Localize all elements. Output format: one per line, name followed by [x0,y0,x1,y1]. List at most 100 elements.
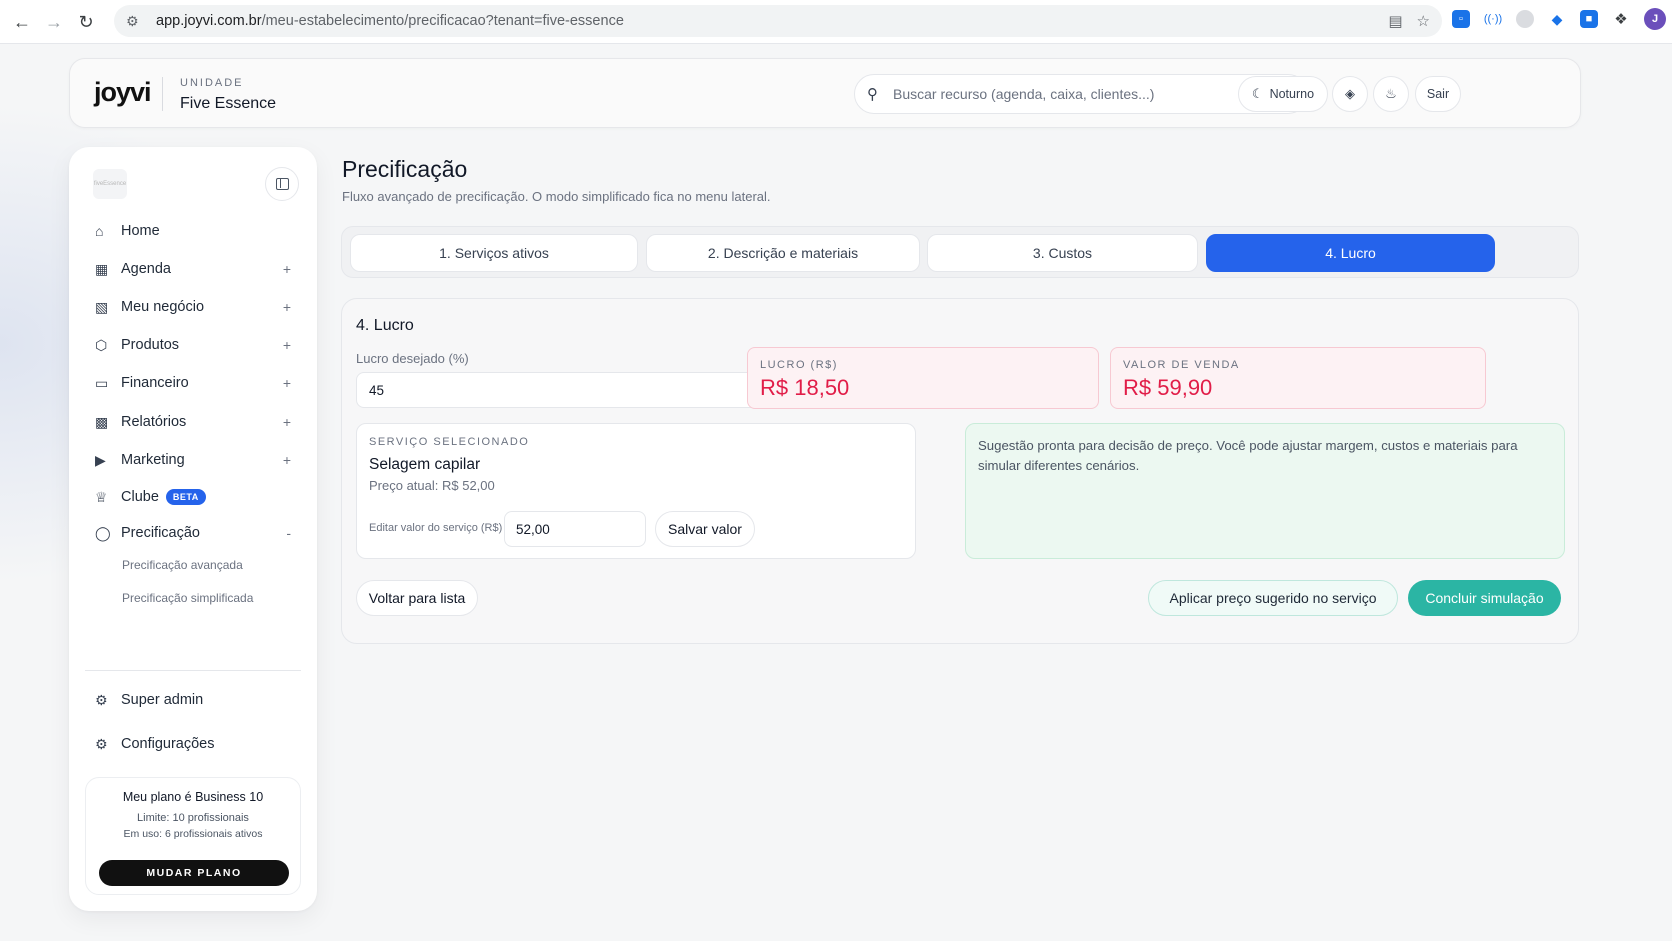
sidebar-item-label: Precificação [121,525,200,541]
lucro-rs-metric: LUCRO (R$) R$ 18,50 [747,347,1099,409]
url-text: app.joyvi.com.br/meu-estabelecimento/pre… [156,13,624,29]
sidebar-item-label: Super admin [121,692,204,708]
selected-service-label: SERVIÇO SELECIONADO [369,436,530,448]
sidebar-item-label: Agenda [121,261,171,277]
sidebar-item-label: Produtos [121,337,180,353]
sidebar-item-produtos[interactable]: ⬡ Produtos + [95,332,291,358]
back-icon[interactable]: ← [6,6,38,38]
collapse-icon[interactable]: - [286,525,291,541]
gear-icon: ⚙ [95,735,108,752]
megaphone-icon: ▶ [95,451,106,468]
bookmark-star-icon[interactable]: ☆ [1417,12,1430,30]
step-lucro[interactable]: 4. Lucro [1206,234,1495,272]
save-value-button[interactable]: Salvar valor [655,511,755,547]
sidebar-toggle-icon [275,178,289,190]
sidebar-subitem-precificacao-simplificada[interactable]: Precificação simplificada [122,591,253,605]
logout-button[interactable]: Sair [1415,76,1461,112]
joyvi-logo[interactable]: joyvi [94,77,152,108]
valor-venda-value: R$ 59,90 [1123,375,1213,400]
extension-robot-icon[interactable]: ■ [1580,10,1598,28]
establishment-logo: fiveEssence [93,169,127,199]
search-input[interactable] [893,86,1273,102]
unit-label: UNIDADE [180,77,244,89]
sidebar-item-configuracoes[interactable]: ⚙ Configurações [95,731,291,757]
step-custos[interactable]: 3. Custos [927,234,1198,272]
card-title: 4. Lucro [356,317,414,334]
change-plan-button[interactable]: MUDAR PLANO [99,860,289,886]
valor-venda-metric: VALOR DE VENDA R$ 59,90 [1110,347,1486,409]
expand-icon[interactable]: + [283,337,291,353]
box-icon: ⬡ [95,336,108,353]
sidebar-item-clube[interactable]: ♕ Clube BETA [95,484,291,510]
sidebar-divider [85,670,301,671]
valor-venda-label: VALOR DE VENDA [1123,359,1240,371]
lucro-rs-value: R$ 18,50 [760,375,850,400]
price-suggestion-note: Sugestão pronta para decisão de preço. V… [965,423,1565,559]
sidebar-item-marketing[interactable]: ▶ Marketing + [95,447,291,473]
sidebar-item-agenda[interactable]: ▦ Agenda + [95,256,291,282]
step-descricao-materiais[interactable]: 2. Descrição e materiais [646,234,920,272]
layers-button[interactable]: ◈ [1332,76,1368,112]
theme-toggle-button[interactable]: ☾ Noturno [1238,76,1328,112]
apply-suggested-price-button[interactable]: Aplicar preço sugerido no serviço [1148,580,1398,616]
pricing-stepper: 1. Serviços ativos 2. Descrição e materi… [341,226,1579,278]
expand-icon[interactable]: + [283,414,291,430]
reload-icon[interactable]: ↻ [70,6,102,38]
sidebar-item-super-admin[interactable]: ⚙ Super admin [95,687,291,713]
sidebar-item-relatorios[interactable]: ▩ Relatórios + [95,409,291,435]
lucro-desejado-input[interactable] [356,372,762,408]
extensions-puzzle-icon[interactable]: ❖ [1612,10,1630,28]
extension-translate-icon[interactable]: ▫ [1452,10,1470,28]
sidebar-item-precificacao[interactable]: ◯ Precificação - [95,520,291,546]
calendar-icon: ▦ [95,260,109,277]
expand-icon[interactable]: + [283,452,291,468]
header-divider [162,77,163,111]
bell-icon: ♨ [1385,86,1397,101]
forward-icon[interactable]: → [38,6,70,38]
lucro-card: 4. Lucro Lucro desejado (%) LUCRO (R$) R… [341,298,1579,644]
page-title: Precificação [342,156,468,182]
sidebar-subitem-precificacao-avancada[interactable]: Precificação avançada [122,558,243,572]
sidebar-item-label: Home [121,223,160,239]
unit-name[interactable]: Five Essence [180,95,276,113]
page-subtitle: Fluxo avançado de precificação. O modo s… [342,189,771,204]
sidebar-collapse-button[interactable] [265,167,299,201]
browser-toolbar: ← → ↻ ⚙ app.joyvi.com.br/meu-estabelecim… [0,0,1672,44]
app-header: joyvi UNIDADE Five Essence ⚲ ☾ Noturno ◈… [69,58,1581,128]
sidebar-item-label: Configurações [121,736,215,752]
notifications-button[interactable]: ♨ [1373,76,1409,112]
beta-badge: BETA [165,489,206,505]
card-icon: ▭ [95,374,109,391]
home-icon: ⌂ [95,223,104,239]
profile-avatar[interactable]: J [1644,8,1666,30]
sidebar-item-meu-negocio[interactable]: ▧ Meu negócio + [95,294,291,320]
extension-gray-icon[interactable] [1516,10,1534,28]
site-settings-icon[interactable]: ⚙ [126,13,150,30]
plan-limit: Limite: 10 profissionais [137,812,249,824]
extension-tag-icon[interactable]: ◆ [1548,10,1566,28]
plan-card: Meu plano é Business 10 Limite: 10 profi… [85,777,301,895]
expand-icon[interactable]: + [283,261,291,277]
extension-cast-icon[interactable]: ((·)) [1484,10,1502,28]
selected-service-card: SERVIÇO SELECIONADO Selagem capilar Preç… [356,423,916,559]
store-icon: ▧ [95,298,109,315]
edit-service-value-input[interactable] [504,511,646,547]
sidebar-item-financeiro[interactable]: ▭ Financeiro + [95,370,291,396]
expand-icon[interactable]: + [283,299,291,315]
gear-icon: ⚙ [95,691,108,708]
theme-toggle-label: Noturno [1269,87,1315,101]
sidebar-item-label: Meu negócio [121,299,205,315]
finish-simulation-button[interactable]: Concluir simulação [1408,580,1561,616]
chart-icon: ▩ [95,413,109,430]
lucro-rs-label: LUCRO (R$) [760,359,838,371]
step-servicos-ativos[interactable]: 1. Serviços ativos [350,234,638,272]
sidebar-item-home[interactable]: ⌂ Home [95,218,291,244]
lucro-desejado-label: Lucro desejado (%) [356,351,469,366]
expand-icon[interactable]: + [283,375,291,391]
plan-usage: Em uso: 6 profissionais ativos [123,828,263,840]
address-bar[interactable]: ⚙ app.joyvi.com.br/meu-estabelecimento/p… [114,5,1442,37]
sidebar-item-label: Financeiro [121,375,189,391]
back-to-list-button[interactable]: Voltar para lista [356,580,478,616]
install-app-icon[interactable]: ▤ [1388,12,1402,30]
app-shell: joyvi UNIDADE Five Essence ⚲ ☾ Noturno ◈… [0,44,1672,941]
